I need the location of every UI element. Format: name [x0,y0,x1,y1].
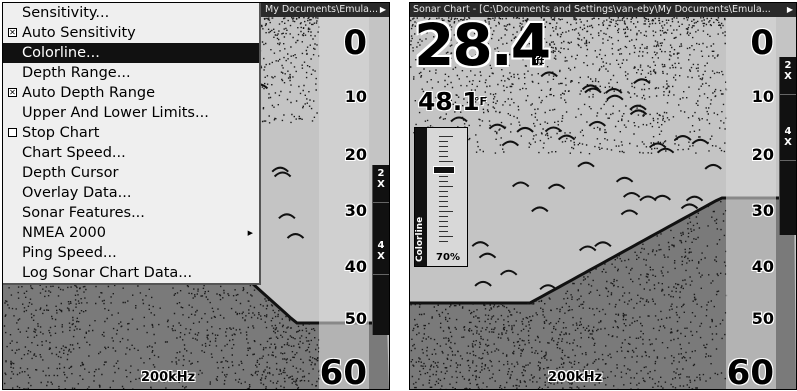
depth-label-50: 50 [751,309,774,328]
depth-label-40: 40 [344,257,367,276]
frequency-label: 200kHz [548,370,603,385]
zoom-2x-label: 2X [784,60,792,82]
slider-tick [439,221,448,222]
colorline-label: Colorline [415,216,425,262]
colorline-sidebar: Colorline [415,128,427,266]
zoom-2x[interactable]: 2X [373,165,389,203]
slider-tick [439,206,448,207]
slider-tick [439,161,453,162]
slider-tick [439,191,448,192]
slider-tick [439,211,453,212]
zoom-2x-label: 2X [377,168,385,190]
menu-item-label: Ping Speed... [22,245,117,261]
zoom-2x[interactable]: 2X [780,57,796,95]
menu-item[interactable]: Log Sonar Chart Data... [3,263,259,283]
slider-tick [439,141,448,142]
menu-item[interactable]: Sensitivity... [3,3,259,23]
menu-item-label: Depth Cursor [22,165,119,181]
zoom-4x-label: 4X [377,240,385,262]
menu-item-label: Auto Depth Range [22,85,156,101]
title-arrow-icon[interactable]: ▶ [380,3,386,17]
menu-item-label: Upper And Lower Limits... [22,105,209,121]
depth-label-20: 20 [344,145,367,164]
slider-tick [439,146,448,147]
colorline-dialog: Colorline 70% [414,127,468,267]
slider-tick [439,156,448,157]
menu-item-label: Auto Sensitivity [22,25,136,41]
colorline-slider[interactable] [439,136,453,244]
zoom-bar: 2X 4X [779,57,796,235]
depth-label-50: 50 [344,309,367,328]
menu-item[interactable]: Upper And Lower Limits... [3,103,259,123]
zoom-4x-label: 4X [784,126,792,148]
checkbox-unchecked-icon[interactable] [8,128,17,137]
sonar-menu: Sensitivity... ✕ Auto Sensitivity Colorline… [3,3,261,285]
zoom-bar: 2X 4X [372,165,389,335]
menu-item[interactable]: Sonar Features... [3,203,259,223]
menu-item[interactable]: Overlay Data... [3,183,259,203]
colorline-slider-knob[interactable] [433,166,455,174]
right-sonar-panel: Sonar Chart - [C:\Documents and Settings… [409,2,797,390]
menu-item-label: Colorline... [22,45,100,61]
depth-label-30: 30 [751,201,774,220]
slider-tick [439,201,448,202]
slider-tick [439,151,448,152]
depth-label-10: 10 [344,87,367,106]
left-sonar-panel: My Documents\Emula... ▶ 0 10 20 30 40 50… [2,2,390,390]
depth-readout: 28.4 [414,11,551,79]
depth-label-top: 0 [343,23,367,63]
menu-item-label: Stop Chart [22,125,100,141]
depth-scale: 0 10 20 30 40 50 60 [307,3,367,389]
slider-tick [439,186,453,187]
depth-label-bottom: 60 [319,353,367,390]
depth-label-bottom: 60 [726,353,774,390]
depth-unit: ft [536,57,545,67]
menu-item-label: Sonar Features... [22,205,145,221]
checkbox-checked-icon[interactable]: ✕ [8,28,17,37]
slider-tick [439,176,448,177]
slider-tick [439,231,448,232]
menu-item-label: Sensitivity... [22,5,110,21]
menu-item-label: NMEA 2000 [22,225,106,241]
frequency-label: 200kHz [141,370,196,385]
menu-item[interactable]: Ping Speed... [3,243,259,263]
title-arrow-icon[interactable]: ▶ [787,3,793,17]
menu-item[interactable]: Colorline... [3,43,259,63]
depth-label-10: 10 [751,87,774,106]
colorline-value: 70% [436,252,460,263]
zoom-4x[interactable]: 4X [373,237,389,275]
slider-tick [439,181,448,182]
menu-item-label: Overlay Data... [22,185,132,201]
temperature-unit: °F [474,95,488,108]
menu-item[interactable]: Depth Range... [3,63,259,83]
depth-label-20: 20 [751,145,774,164]
depth-label-40: 40 [751,257,774,276]
menu-item-label: Depth Range... [22,65,131,81]
zoom-4x[interactable]: 4X [780,123,796,161]
slider-tick [439,216,448,217]
slider-tick [439,136,453,137]
menu-item[interactable]: NMEA 2000 ▶ [3,223,259,243]
slider-tick [439,196,448,197]
slider-tick [439,241,448,242]
slider-tick [439,236,453,237]
temperature-readout: 48.1 [418,87,480,116]
depth-label-top: 0 [750,23,774,63]
menu-item-label: Log Sonar Chart Data... [22,265,193,281]
depth-label-30: 30 [344,201,367,220]
menu-item-label: Chart Speed... [22,145,126,161]
menu-item[interactable]: Chart Speed... [3,143,259,163]
slider-tick [439,226,448,227]
menu-item[interactable]: Depth Cursor [3,163,259,183]
menu-item[interactable]: ✕ Auto Sensitivity [3,23,259,43]
menu-item[interactable]: ✕ Auto Depth Range [3,83,259,103]
menu-item[interactable]: Stop Chart [3,123,259,143]
submenu-arrow-icon: ▶ [247,229,253,237]
depth-scale: 0 10 20 30 40 50 60 [714,3,774,389]
checkbox-checked-icon[interactable]: ✕ [8,88,17,97]
